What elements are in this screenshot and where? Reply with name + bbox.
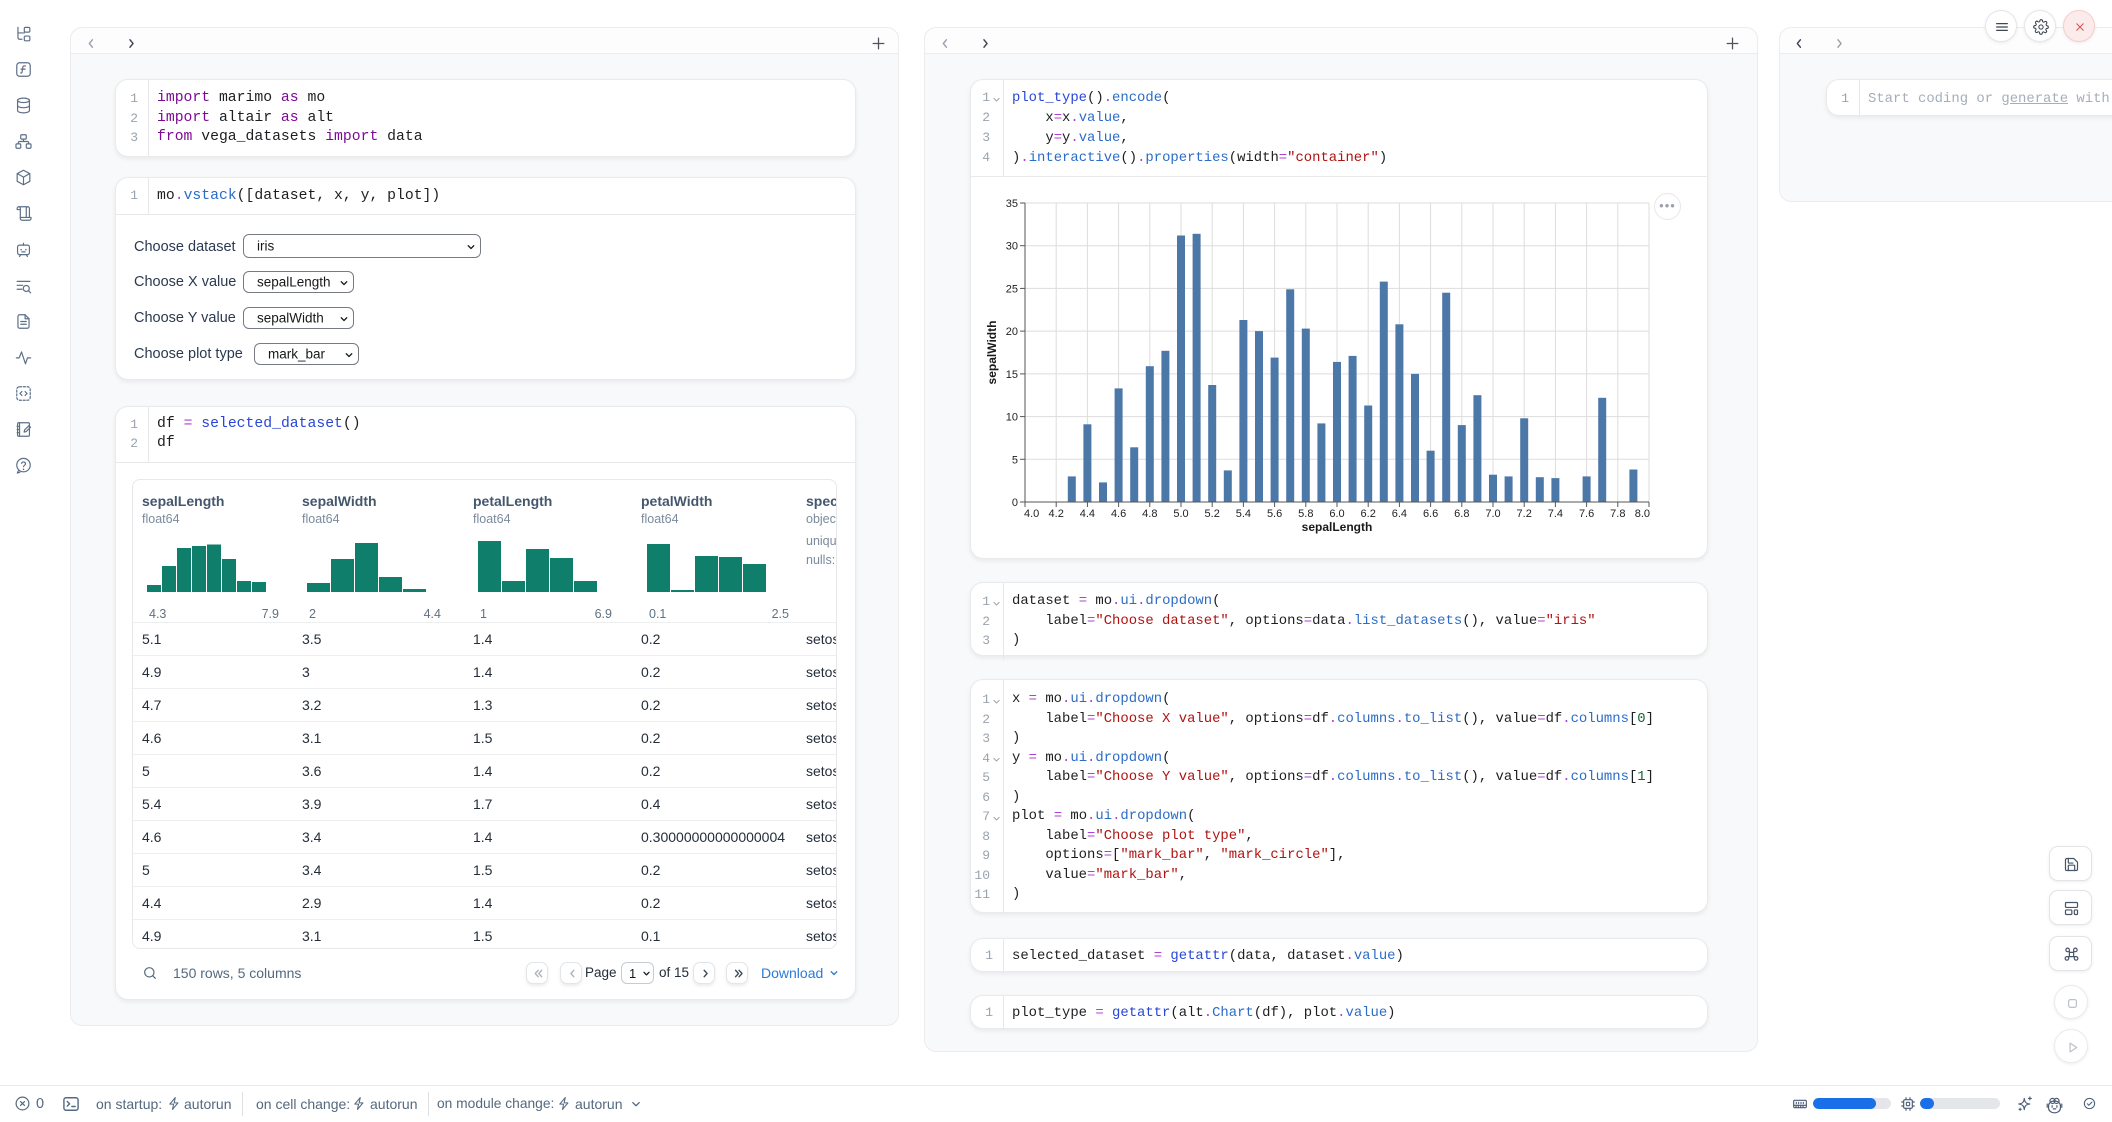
svg-text:6.6: 6.6 <box>1423 508 1438 520</box>
svg-text:7.2: 7.2 <box>1517 508 1532 520</box>
svg-text:7.4: 7.4 <box>1548 508 1563 520</box>
svg-text:6.0: 6.0 <box>1329 508 1344 520</box>
svg-text:8.0: 8.0 <box>1635 508 1650 520</box>
svg-text:6.2: 6.2 <box>1361 508 1376 520</box>
svg-text:7.6: 7.6 <box>1579 508 1594 520</box>
svg-text:5.6: 5.6 <box>1267 508 1282 520</box>
svg-text:4.6: 4.6 <box>1111 508 1126 520</box>
svg-text:5.4: 5.4 <box>1236 508 1251 520</box>
svg-text:15: 15 <box>1006 369 1018 381</box>
svg-text:0: 0 <box>1012 497 1018 509</box>
svg-text:35: 35 <box>1006 198 1018 210</box>
svg-text:5.2: 5.2 <box>1205 508 1220 520</box>
svg-text:5.8: 5.8 <box>1298 508 1313 520</box>
svg-text:10: 10 <box>1006 412 1018 424</box>
svg-text:7.8: 7.8 <box>1610 508 1625 520</box>
svg-text:25: 25 <box>1006 283 1018 295</box>
svg-text:20: 20 <box>1006 326 1018 338</box>
svg-text:sepalLength: sepalLength <box>1302 520 1373 534</box>
svg-text:30: 30 <box>1006 241 1018 253</box>
svg-text:sepalWidth: sepalWidth <box>985 321 999 385</box>
svg-text:6.4: 6.4 <box>1392 508 1407 520</box>
svg-text:4.8: 4.8 <box>1142 508 1157 520</box>
svg-text:7.0: 7.0 <box>1485 508 1500 520</box>
svg-text:4.0: 4.0 <box>1024 508 1039 520</box>
svg-text:5: 5 <box>1012 454 1018 466</box>
svg-text:4.4: 4.4 <box>1080 508 1095 520</box>
svg-text:4.2: 4.2 <box>1049 508 1064 520</box>
svg-text:6.8: 6.8 <box>1454 508 1469 520</box>
svg-text:5.0: 5.0 <box>1173 508 1188 520</box>
